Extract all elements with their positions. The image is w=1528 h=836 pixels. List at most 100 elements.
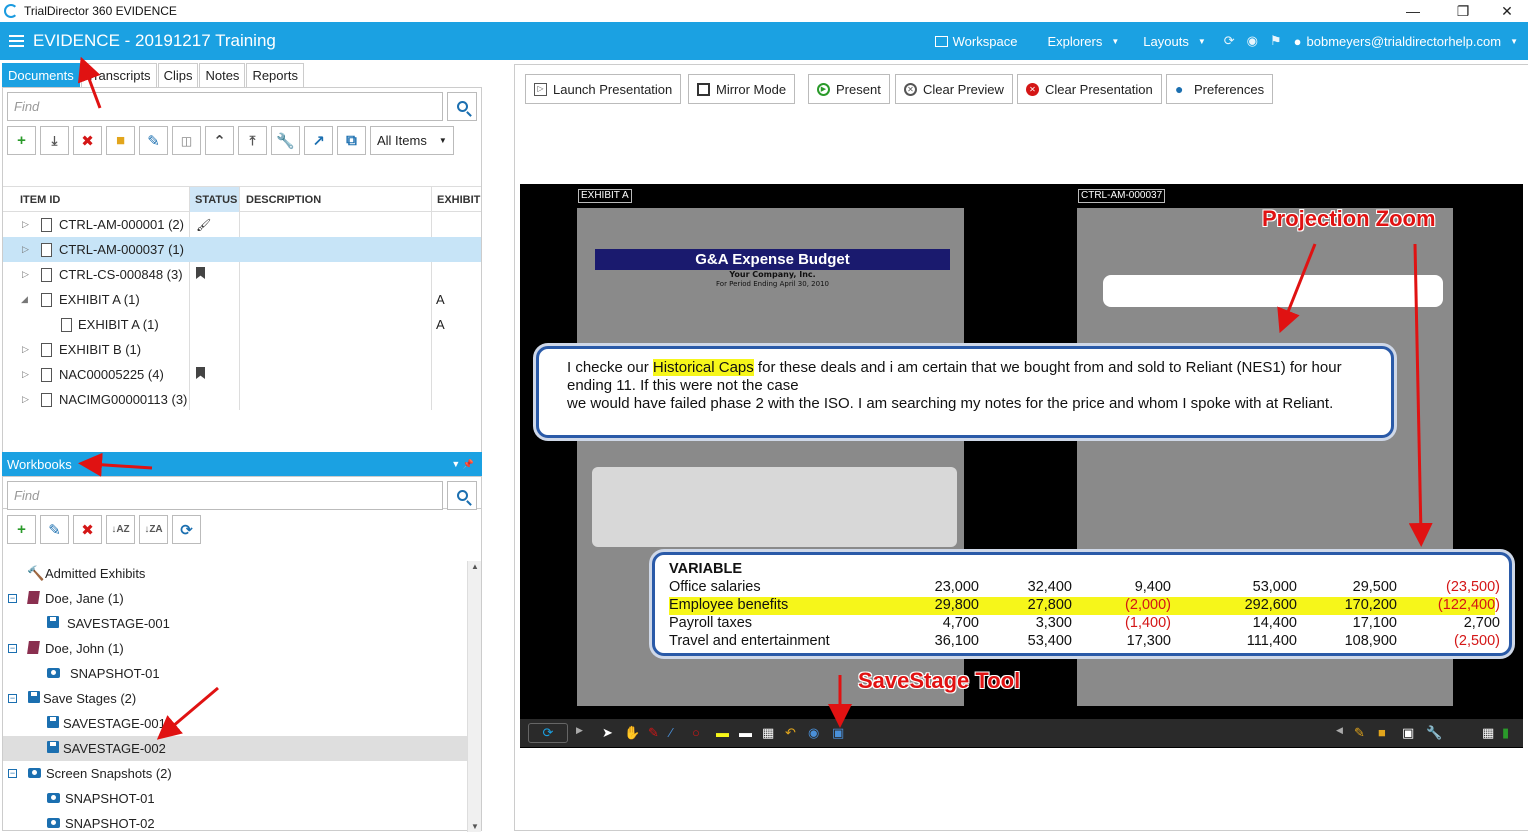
- bell-icon[interactable]: ◉: [1247, 33, 1258, 49]
- refresh-button[interactable]: ⟳: [172, 515, 201, 544]
- table-row[interactable]: ▷ CTRL-AM-000037 (1): [3, 237, 481, 262]
- hamburger-menu-icon[interactable]: [9, 35, 24, 47]
- document-settings-button[interactable]: ◫: [172, 126, 201, 155]
- add-workbook-button[interactable]: +: [7, 515, 36, 544]
- tree-item-doe-john[interactable]: − Doe, John (1): [3, 636, 467, 661]
- flag-icon[interactable]: ⚑: [1270, 33, 1282, 49]
- restore-icon[interactable]: ❐: [1440, 0, 1486, 22]
- present-button[interactable]: ▶ Present: [808, 74, 890, 104]
- tab-clips[interactable]: Clips: [157, 63, 199, 87]
- expand-icon[interactable]: ▷: [22, 244, 29, 255]
- tools-button[interactable]: 🔧: [271, 126, 300, 155]
- savestage-icon[interactable]: ▣: [832, 725, 848, 741]
- expand-icon[interactable]: ▷: [22, 394, 29, 405]
- table-row[interactable]: ▷ CTRL-AM-000001 (2) 🖌: [3, 212, 481, 237]
- pen-icon[interactable]: ✎: [648, 725, 664, 741]
- edit-workbook-button[interactable]: ✎: [40, 515, 69, 544]
- tab-documents[interactable]: Documents: [2, 63, 80, 87]
- expand-icon[interactable]: ▷: [22, 219, 29, 230]
- tree-item-snapshot[interactable]: SNAPSHOT-01: [3, 661, 467, 686]
- stamp-icon[interactable]: ■: [1378, 725, 1394, 741]
- tab-transcripts[interactable]: Transcripts: [80, 63, 157, 87]
- projection-zoom-budget[interactable]: VARIABLE Office salaries 23,000 32,400 9…: [652, 552, 1512, 656]
- open-external-button[interactable]: ↗: [304, 126, 333, 155]
- scroll-down-icon[interactable]: ▼: [471, 822, 479, 831]
- col-exhibit[interactable]: EXHIBIT N: [437, 194, 481, 206]
- collapse-icon[interactable]: −: [8, 694, 17, 703]
- documents-search-button[interactable]: [447, 92, 477, 121]
- tree-item-admitted-exhibits[interactable]: 🔨 Admitted Exhibits: [3, 561, 467, 586]
- sort-ascending-button[interactable]: ↓AZ: [106, 515, 135, 544]
- tab-notes[interactable]: Notes: [199, 63, 246, 87]
- col-description[interactable]: DESCRIPTION: [246, 194, 321, 206]
- expand-toolbar-icon[interactable]: ▶: [576, 725, 592, 741]
- expand-icon[interactable]: ▷: [22, 269, 29, 280]
- hand-icon[interactable]: ✋: [624, 725, 640, 741]
- collapse-icon[interactable]: ◢: [21, 294, 28, 305]
- mirror-mode-button[interactable]: Mirror Mode: [688, 74, 796, 104]
- collapse-icon[interactable]: −: [8, 769, 17, 778]
- rotate-icon[interactable]: ⟳: [528, 723, 568, 743]
- collapse-icon[interactable]: −: [8, 594, 17, 603]
- minimize-icon[interactable]: —: [1390, 0, 1436, 22]
- table-row[interactable]: ▷ CTRL-CS-000848 (3): [3, 262, 481, 287]
- scroll-up-icon[interactable]: ▲: [471, 562, 479, 571]
- add-button[interactable]: +: [7, 126, 36, 155]
- download-button[interactable]: ⤓: [40, 126, 69, 155]
- edit-button[interactable]: ✎: [139, 126, 168, 155]
- tree-item-save-stages[interactable]: − Save Stages (2): [3, 686, 467, 711]
- workbooks-search-button[interactable]: [447, 481, 477, 510]
- user-menu[interactable]: ● bobmeyers@trialdirectorhelp.com ▼: [1294, 34, 1518, 49]
- tree-item-savestage[interactable]: SAVESTAGE-001: [3, 711, 467, 736]
- workbooks-search-input[interactable]: Find: [7, 481, 443, 510]
- tools-icon[interactable]: 🔧: [1426, 725, 1442, 741]
- workbooks-vertical-scrollbar[interactable]: ▲ ▼: [467, 561, 481, 832]
- clear-preview-button[interactable]: ✕ Clear Preview: [895, 74, 1013, 104]
- camera-icon[interactable]: ◉: [808, 725, 824, 741]
- tree-item-savestage[interactable]: SAVESTAGE-001: [3, 611, 467, 636]
- collapse-toolbar-icon[interactable]: ◀: [1336, 725, 1352, 741]
- clear-presentation-button[interactable]: ✕ Clear Presentation: [1017, 74, 1162, 104]
- col-item-id[interactable]: ITEM ID: [20, 194, 60, 206]
- upload-button[interactable]: ⤒: [238, 126, 267, 155]
- collapse-icon[interactable]: −: [8, 644, 17, 653]
- col-status[interactable]: STATUS: [195, 194, 237, 206]
- tree-item-snapshot[interactable]: SNAPSHOT-01: [3, 786, 467, 811]
- sync-icon[interactable]: ⟳: [1224, 33, 1235, 49]
- delete-button[interactable]: ✖: [73, 126, 102, 155]
- open-folder-button[interactable]: ■: [106, 126, 135, 155]
- sort-descending-button[interactable]: ↓ZA: [139, 515, 168, 544]
- zoom-tool-icon[interactable]: ▦: [762, 725, 778, 741]
- callout-icon[interactable]: ▣: [1402, 725, 1418, 741]
- launch-presentation-button[interactable]: ▷ Launch Presentation: [525, 74, 682, 104]
- redact-icon[interactable]: ▬: [739, 725, 755, 741]
- table-row[interactable]: EXHIBIT A (1) A: [3, 312, 481, 337]
- line-icon[interactable]: ∕: [670, 725, 686, 741]
- items-filter-select[interactable]: All Items ▼: [370, 126, 454, 155]
- pointer-icon[interactable]: ➤: [602, 725, 618, 741]
- table-row[interactable]: ▷ NACIMG00000113 (3): [3, 387, 481, 412]
- table-row[interactable]: ▷ EXHIBIT B (1): [3, 337, 481, 362]
- collapse-button[interactable]: ⌃: [205, 126, 234, 155]
- highlighter-icon[interactable]: ▬: [716, 725, 732, 741]
- copy-button[interactable]: ⧉: [337, 126, 366, 155]
- presentation-stage[interactable]: EXHIBIT A G&A Expense Budget Your Compan…: [520, 184, 1523, 748]
- undo-icon[interactable]: ↶: [785, 725, 801, 741]
- preferences-button[interactable]: ● Preferences: [1166, 74, 1274, 104]
- tab-reports[interactable]: Reports: [246, 63, 304, 87]
- tree-item-snapshot[interactable]: SNAPSHOT-02: [3, 811, 467, 836]
- tree-item-savestage-selected[interactable]: SAVESTAGE-002: [3, 736, 467, 761]
- tree-item-doe-jane[interactable]: − Doe, Jane (1): [3, 586, 467, 611]
- tree-item-screen-snapshots[interactable]: − Screen Snapshots (2): [3, 761, 467, 786]
- projection-zoom-email[interactable]: I checke our Historical Caps for these d…: [536, 346, 1394, 438]
- ellipse-icon[interactable]: ○: [692, 725, 708, 741]
- workspace-button[interactable]: Workspace: [934, 34, 1017, 49]
- view-mode-icon[interactable]: ▮: [1502, 725, 1518, 741]
- documents-search-input[interactable]: Find: [7, 92, 443, 121]
- close-icon[interactable]: ✕: [1484, 0, 1528, 22]
- markup-icon[interactable]: ✎: [1354, 725, 1370, 741]
- expand-icon[interactable]: ▷: [22, 344, 29, 355]
- delete-workbook-button[interactable]: ✖: [73, 515, 102, 544]
- explorers-menu[interactable]: Explorers ▼: [1047, 34, 1119, 49]
- expand-icon[interactable]: ▷: [22, 369, 29, 380]
